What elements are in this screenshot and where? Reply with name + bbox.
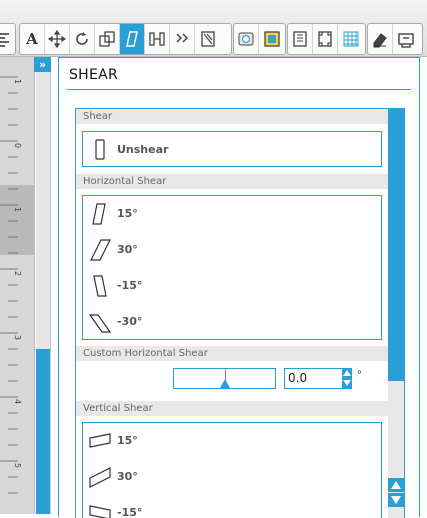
rotate-icon [76,32,88,45]
toolbar-group-transform: A [19,23,232,55]
eraser-button[interactable] [368,24,393,54]
weld-icon [200,31,215,47]
unshear-icon [95,139,105,160]
h-shear-neg15-label: -15° [117,279,143,292]
h-shear-neg15-button[interactable]: -15° [83,268,381,304]
move-icon [48,30,66,48]
rotate-button[interactable] [70,24,95,54]
ruler-number: 1 [13,207,22,213]
eraser-icon [373,33,387,48]
h-shear-neg30-icon [89,314,111,333]
h-shear-15-icon [92,203,106,225]
replicate-button[interactable] [170,24,195,54]
panel-title: SHEAR [69,67,119,83]
custom-shear-stepper[interactable] [342,368,352,389]
toolbar-group-library [233,23,286,55]
collapse-panel-button[interactable]: » [34,57,51,72]
library-button[interactable] [234,24,259,54]
ruler-ticks [0,76,18,494]
h-shear-neg15-icon [93,275,107,297]
horizontal-shear-box: 15° 30° -15° -30° [82,195,382,340]
distribute-icon [149,32,165,46]
text-button[interactable]: A [20,24,45,54]
section-header-vertical-shear: Vertical Shear [76,401,388,416]
scroll-down-icon[interactable] [388,493,404,507]
fill-button[interactable] [259,24,284,54]
h-shear-30-icon [90,239,111,261]
weld-button[interactable] [195,24,220,54]
scale-button[interactable] [95,24,120,54]
h-shear-neg30-button[interactable]: -30° [83,304,381,340]
v-shear-neg15-button[interactable]: -15° [83,495,381,518]
shear-box: Unshear [82,131,382,167]
v-shear-30-icon [89,467,111,488]
ruler-number: 4 [13,399,22,405]
distribute-button[interactable] [145,24,170,54]
scale-icon [99,31,115,47]
section-header-custom-horizontal-shear: Custom Horizontal Shear [76,346,388,361]
registration-button[interactable] [313,24,338,54]
align-left-button[interactable] [0,24,15,54]
fill-icon [263,31,280,47]
page-setup-button[interactable] [288,24,313,54]
scrollbar-thumb[interactable] [388,109,404,381]
toolbar: A [0,0,427,57]
grid-button[interactable] [338,24,363,54]
shear-icon [126,31,138,47]
send-button[interactable] [393,24,418,54]
stepper-down-icon[interactable] [343,380,351,386]
custom-shear-slider[interactable] [173,368,276,389]
vertical-shear-box: 15° 30° -15° [82,422,382,518]
v-shear-30-button[interactable]: 30° [83,459,381,495]
scroll-up-icon[interactable] [388,478,404,492]
panel-scrollbar[interactable] [388,109,404,518]
panel-title-divider [67,89,411,90]
replicate-icon [176,33,189,43]
toolbar-group-page [287,23,366,55]
section-header-shear: Shear [76,109,388,124]
send-icon [397,33,414,48]
ruler-number: 1 [13,79,22,85]
library-icon [238,32,254,46]
shear-panel: SHEAR Shear Unshear Horizontal Shear 15° [58,57,420,518]
h-shear-30-label: 30° [117,243,138,256]
ruler-scroll-indicator[interactable] [36,349,50,514]
custom-shear-value-input[interactable]: 0.0 [284,368,346,389]
v-shear-30-label: 30° [117,470,138,483]
v-shear-neg15-label: -15° [117,506,143,518]
h-shear-15-label: 15° [117,207,138,220]
ruler-number: 5 [13,463,22,469]
degree-unit: ° [357,370,362,381]
h-shear-15-button[interactable]: 15° [83,196,381,232]
page-setup-icon [293,31,307,47]
section-header-horizontal-shear: Horizontal Shear [76,174,388,189]
h-shear-30-button[interactable]: 30° [83,232,381,268]
h-shear-neg30-label: -30° [117,315,143,328]
align-left-icon [0,33,9,47]
v-shear-neg15-icon [89,505,111,518]
shear-button[interactable] [120,24,145,54]
stepper-up-icon[interactable] [343,370,351,376]
ruler-number: 2 [13,271,22,277]
grid-icon [343,31,358,47]
unshear-button[interactable]: Unshear [83,132,381,168]
v-shear-15-label: 15° [117,434,138,447]
toolbar-group-align [0,23,16,55]
move-button[interactable] [45,24,70,54]
slider-thumb[interactable] [220,379,230,388]
ruler-number: 3 [13,335,22,341]
ruler-number: 0 [13,143,22,149]
vertical-ruler: 1 0 1 2 3 4 5 [0,57,35,514]
v-shear-15-icon [89,433,111,448]
text-icon: A [26,30,38,48]
unshear-label: Unshear [117,143,169,156]
registration-icon [318,31,332,47]
v-shear-15-button[interactable]: 15° [83,423,381,459]
toolbar-group-tools [367,23,423,55]
shear-options-list: Shear Unshear Horizontal Shear 15° 30° -… [75,108,405,518]
